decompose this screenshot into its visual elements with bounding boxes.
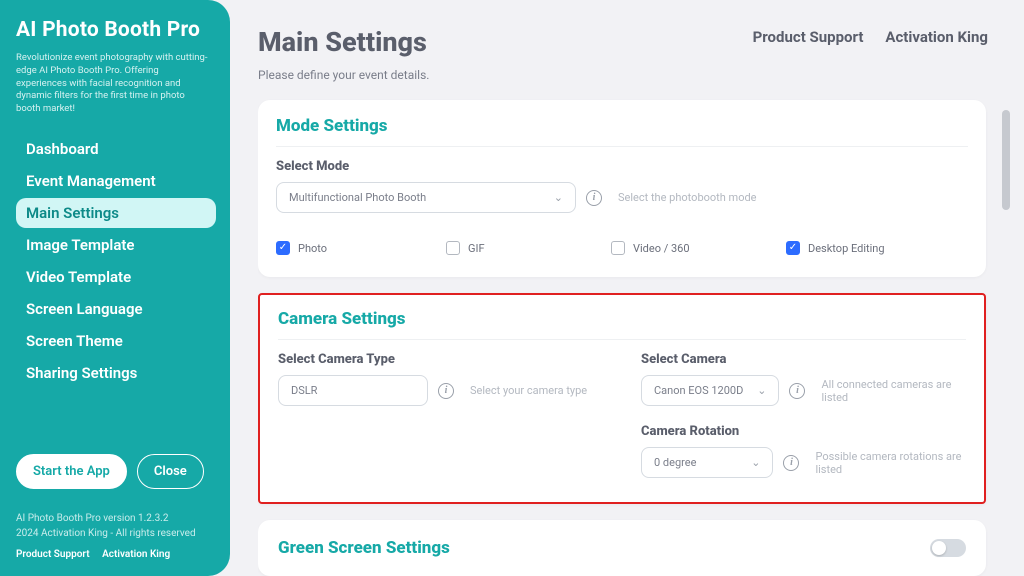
select-camera-value: Canon EOS 1200D	[654, 384, 743, 397]
app-tagline: Revolutionize event photography with cut…	[16, 52, 216, 116]
camera-settings-title: Camera Settings	[278, 309, 966, 340]
header-links: Product Support Activation King	[753, 28, 988, 46]
close-button[interactable]: Close	[137, 454, 204, 489]
check-photo[interactable]: Photo	[276, 241, 446, 255]
check-desktop-editing[interactable]: Desktop Editing	[786, 241, 968, 255]
check-gif[interactable]: GIF	[446, 241, 611, 255]
camera-rotation-hint: Possible camera rotations are listed	[815, 450, 966, 476]
nav-image-template[interactable]: Image Template	[16, 230, 216, 260]
select-mode-value: Multifunctional Photo Booth	[289, 191, 426, 204]
checkbox-icon[interactable]	[276, 241, 290, 255]
sidebar: AI Photo Booth Pro Revolutionize event p…	[0, 0, 230, 576]
nav-event-management[interactable]: Event Management	[16, 166, 216, 196]
link-activation-king[interactable]: Activation King	[885, 28, 988, 46]
footer-copyright: 2024 Activation King - All rights reserv…	[16, 526, 216, 541]
check-video-360[interactable]: Video / 360	[611, 241, 786, 255]
green-screen-toggle[interactable]	[930, 539, 966, 557]
checkbox-icon[interactable]	[611, 241, 625, 255]
chevron-down-icon: ⌄	[751, 456, 760, 469]
select-camera-hint: All connected cameras are listed	[821, 378, 966, 404]
footer-link-support[interactable]: Product Support	[16, 549, 90, 560]
chevron-down-icon: ⌄	[757, 384, 766, 397]
scrollbar-thumb[interactable]	[1002, 110, 1010, 210]
nav-sharing-settings[interactable]: Sharing Settings	[16, 358, 216, 388]
app-brand: AI Photo Booth Pro	[16, 18, 216, 42]
select-mode-dropdown[interactable]: Multifunctional Photo Booth ⌄	[276, 182, 576, 213]
camera-type-value: DSLR	[291, 384, 317, 397]
info-icon[interactable]: i	[438, 383, 454, 399]
select-camera-dropdown[interactable]: Canon EOS 1200D ⌄	[641, 375, 779, 406]
nav-dashboard[interactable]: Dashboard	[16, 134, 216, 164]
info-icon[interactable]: i	[586, 190, 602, 206]
link-product-support[interactable]: Product Support	[753, 28, 864, 46]
chevron-down-icon: ⌄	[554, 191, 563, 204]
checkbox-icon[interactable]	[786, 241, 800, 255]
start-app-button[interactable]: Start the App	[16, 454, 127, 489]
camera-type-hint: Select your camera type	[470, 384, 587, 397]
select-mode-label: Select Mode	[276, 159, 968, 174]
select-camera-label: Select Camera	[641, 352, 966, 367]
camera-type-dropdown[interactable]: DSLR	[278, 375, 428, 406]
info-icon[interactable]: i	[783, 455, 799, 471]
camera-settings-card: Camera Settings Select Camera Type DSLR …	[258, 293, 986, 504]
page-subtitle: Please define your event details.	[258, 68, 986, 82]
nav-video-template[interactable]: Video Template	[16, 262, 216, 292]
sidebar-buttons: Start the App Close	[16, 454, 216, 489]
footer-version: AI Photo Booth Pro version 1.2.3.2	[16, 511, 216, 526]
footer-link-activation[interactable]: Activation King	[102, 549, 170, 560]
select-mode-hint: Select the photobooth mode	[618, 191, 757, 204]
nav-main-settings[interactable]: Main Settings	[16, 198, 216, 228]
mode-checkboxes: Photo GIF Video / 360 Desktop Editing	[276, 241, 968, 255]
green-screen-title: Green Screen Settings	[278, 538, 450, 558]
nav-screen-language[interactable]: Screen Language	[16, 294, 216, 324]
camera-rotation-value: 0 degree	[654, 456, 696, 469]
mode-settings-title: Mode Settings	[276, 116, 968, 147]
camera-rotation-dropdown[interactable]: 0 degree ⌄	[641, 447, 773, 478]
sidebar-footer: AI Photo Booth Pro version 1.2.3.2 2024 …	[16, 511, 216, 562]
main-area: Product Support Activation King Main Set…	[230, 0, 1024, 576]
mode-settings-card: Mode Settings Select Mode Multifunctiona…	[258, 100, 986, 277]
info-icon[interactable]: i	[789, 383, 805, 399]
scrollbar[interactable]	[1002, 110, 1010, 516]
sidebar-nav: Dashboard Event Management Main Settings…	[16, 134, 216, 388]
nav-screen-theme[interactable]: Screen Theme	[16, 326, 216, 356]
green-screen-card: Green Screen Settings	[258, 520, 986, 576]
camera-rotation-label: Camera Rotation	[641, 424, 966, 439]
camera-type-label: Select Camera Type	[278, 352, 603, 367]
checkbox-icon[interactable]	[446, 241, 460, 255]
